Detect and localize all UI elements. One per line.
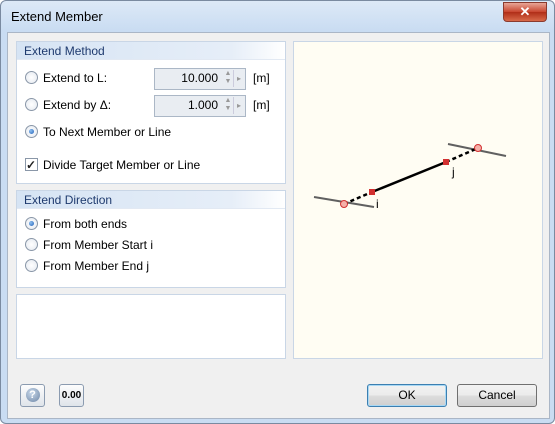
from-both-ends-option[interactable]: From both ends xyxy=(25,215,127,233)
spinner-arrows-icon[interactable]: ▲ ▼ xyxy=(223,97,233,114)
extend-method-title: Extend Method xyxy=(24,44,105,58)
extend-by-delta-input[interactable]: 1.000 ▲ ▼ ▸ xyxy=(154,95,246,117)
from-member-end-option[interactable]: From Member End j xyxy=(25,257,149,275)
extend-by-delta-label: Extend by Δ: xyxy=(43,98,112,112)
to-next-member-label: To Next Member or Line xyxy=(43,125,172,139)
from-both-ends-label: From both ends xyxy=(43,217,128,231)
node-i-marker xyxy=(369,189,375,195)
dialog-body: Extend Method Extend to L: 10.000 ▲ ▼ ▸ [… xyxy=(7,32,550,419)
extend-to-l-radio[interactable] xyxy=(25,71,38,84)
extend-direction-title: Extend Direction xyxy=(24,193,113,207)
node-i-label: i xyxy=(376,197,379,211)
cancel-button[interactable]: Cancel xyxy=(457,384,537,407)
extend-method-group: Extend Method Extend to L: 10.000 ▲ ▼ ▸ [… xyxy=(16,41,286,184)
from-member-end-label: From Member End j xyxy=(43,259,150,273)
divide-target-checkbox[interactable] xyxy=(25,156,38,174)
from-member-end-radio[interactable] xyxy=(25,259,38,272)
flyout-arrow-icon[interactable]: ▸ xyxy=(233,70,244,87)
extend-by-delta-value: 1.000 xyxy=(187,98,218,112)
decimal-places-icon: 0.00 xyxy=(61,390,82,401)
extend-member-dialog: Extend Member ✕ Extend Method Extend to … xyxy=(0,0,555,424)
from-member-start-option[interactable]: From Member Start i xyxy=(25,236,153,254)
extend-direction-header: Extend Direction xyxy=(17,191,285,209)
extend-to-l-value: 10.000 xyxy=(181,71,218,85)
extend-to-l-input[interactable]: 10.000 ▲ ▼ ▸ xyxy=(154,68,246,90)
spinner-arrows-icon[interactable]: ▲ ▼ xyxy=(223,70,233,87)
close-icon: ✕ xyxy=(519,4,531,19)
member-line xyxy=(371,160,447,194)
extend-direction-group: Extend Direction From both ends From Mem… xyxy=(16,190,286,288)
extend-to-l-option[interactable]: Extend to L: xyxy=(25,69,107,87)
extend-by-delta-option[interactable]: Extend by Δ: xyxy=(25,96,111,114)
close-button[interactable]: ✕ xyxy=(503,2,547,22)
extension-end xyxy=(445,146,479,164)
from-both-ends-radio[interactable] xyxy=(25,217,38,230)
preview-panel: i j xyxy=(293,41,543,359)
units-decimal-button[interactable]: 0.00 xyxy=(59,384,84,407)
intersection-start-marker xyxy=(340,200,348,208)
extend-to-l-label: Extend to L: xyxy=(43,71,108,85)
extend-by-delta-radio[interactable] xyxy=(25,98,38,111)
help-icon: ? xyxy=(25,388,40,402)
extend-by-delta-unit: [m] xyxy=(253,98,270,112)
divide-target-option[interactable]: Divide Target Member or Line xyxy=(25,156,200,174)
from-member-start-label: From Member Start i xyxy=(43,238,154,252)
comment-panel xyxy=(16,294,286,359)
title-bar: Extend Member ✕ xyxy=(1,1,554,32)
flyout-arrow-icon[interactable]: ▸ xyxy=(233,97,244,114)
to-next-member-option[interactable]: To Next Member or Line xyxy=(25,123,171,141)
extend-method-header: Extend Method xyxy=(17,42,285,60)
help-button[interactable]: ? xyxy=(20,384,45,407)
node-j-marker xyxy=(443,159,449,165)
node-j-label: j xyxy=(451,165,455,179)
divide-target-label: Divide Target Member or Line xyxy=(43,158,201,172)
intersection-end-marker xyxy=(474,144,482,152)
extend-to-l-unit: [m] xyxy=(253,71,270,85)
from-member-start-radio[interactable] xyxy=(25,238,38,251)
preview-diagram: i j xyxy=(313,143,507,211)
window-title: Extend Member xyxy=(11,9,103,24)
ok-button[interactable]: OK xyxy=(367,384,447,407)
to-next-member-radio[interactable] xyxy=(25,125,38,138)
